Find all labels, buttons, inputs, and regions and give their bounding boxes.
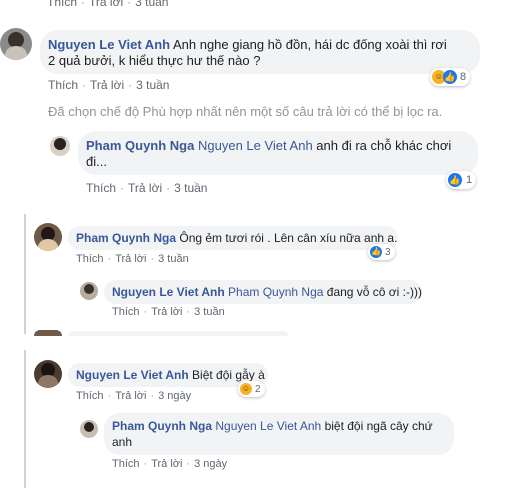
filter-notice: Đã chọn chế độ Phù hợp nhất nên một số c… [48,104,443,119]
timestamp[interactable]: 3 tuần [136,78,169,92]
haha-icon: ☺ [240,383,252,395]
reaction-summary[interactable]: ☺ 👍 8 [430,68,471,86]
author-name[interactable]: Pham Quynh Nga [86,138,194,153]
comment-text-line2: anh [112,435,133,449]
timestamp[interactable]: 3 tuần [194,306,225,318]
reaction-summary[interactable]: ☺ 2 [238,381,265,397]
timestamp[interactable]: 3 tuần [135,0,168,9]
like-link[interactable]: Thích [76,253,104,265]
like-icon: 👍 [448,173,462,187]
mention-tag[interactable]: Pham Quynh Nga [228,285,323,299]
like-link[interactable]: Thích [112,306,140,318]
author-name[interactable]: Pham Quynh Nga [76,231,176,245]
reply-link[interactable]: Trả lời [115,390,146,402]
comment-actions: Thích · Trả lời · 3 tuần [86,181,208,195]
comment-text-line2: 2 quả bưởi, k hiểu thực hư thế nào ? [48,53,261,68]
avatar[interactable] [0,28,32,60]
comment-text: Ông ẻm tươi rói . Lên cân xíu nữa anh a. [179,231,398,245]
reaction-summary[interactable]: 👍 1 [446,171,477,189]
comment-bubble: Nguyen Le Viet Anh Anh nghe giang hồ đồn… [40,30,480,74]
reply-link[interactable]: Trả lời [151,306,182,318]
comment-text: Biệt đội gẫy à [192,368,265,382]
comment-text: biệt đội ngã cây chứ [324,419,433,433]
reply-link[interactable]: Trả lời [151,458,182,470]
author-name[interactable]: Nguyen Le Viet Anh [48,37,170,52]
comment-text: anh đi ra chỗ khác chơi [316,138,452,153]
reply-bubble: Nguyen Le Viet Anh Biệt đội gẫy à [68,363,268,387]
like-icon: 👍 [443,70,457,84]
comment-actions: Thích · Trả lời · 3 ngày [76,390,192,402]
mention-tag[interactable]: Nguyen Le Viet Anh [215,419,321,433]
like-link[interactable]: Thích [112,458,140,470]
like-link[interactable]: Thích [86,181,116,195]
mention-tag[interactable]: Nguyen Le Viet Anh [198,138,313,153]
thread-line [24,350,26,488]
comment-text-line2: đi... [86,154,107,169]
reply-link[interactable]: Trả lời [90,78,124,92]
avatar[interactable] [34,223,62,251]
reply-link[interactable]: Trả lời [115,253,146,265]
avatar[interactable] [50,136,70,156]
avatar[interactable] [80,420,98,438]
reply-bubble: Pham Quynh Nga Ông ẻm tươi rói . Lên cân… [68,226,398,250]
avatar[interactable] [34,360,62,388]
reaction-count: 8 [460,71,467,83]
comment-text: đang vỗ cô ơi :-))) [326,285,422,299]
avatar [34,330,62,336]
like-link[interactable]: Thích [47,0,77,9]
reply-bubble-clipped [68,331,288,336]
reply-bubble: Pham Quynh Nga Nguyen Le Viet Anh biệt đ… [104,413,454,455]
reaction-summary[interactable]: 👍 3 [368,244,395,260]
comment-actions: Thích · Trả lời · 3 tuần [76,253,189,265]
thread-line [24,214,26,334]
reaction-count: 1 [466,174,473,186]
comment-text: Anh nghe giang hồ đồn, hái dc đống xoài … [172,37,447,52]
reaction-count: 3 [385,246,391,258]
author-name[interactable]: Nguyen Le Viet Anh [112,285,225,299]
timestamp[interactable]: 3 ngày [158,390,191,402]
reaction-count: 2 [255,383,261,395]
avatar[interactable] [80,282,98,300]
like-link[interactable]: Thích [76,390,104,402]
like-icon: 👍 [370,246,382,258]
timestamp[interactable]: 3 tuần [158,253,189,265]
reply-link[interactable]: Trả lời [89,0,123,9]
reply-link[interactable]: Trả lời [128,181,162,195]
timestamp[interactable]: 3 ngày [194,458,227,470]
author-name[interactable]: Pham Quynh Nga [112,419,212,433]
comment-actions: Thích · Trả lời · 3 ngày [112,458,228,470]
comment-actions: Thích · Trả lời · 3 tuần [48,78,170,92]
like-link[interactable]: Thích [48,78,78,92]
timestamp[interactable]: 3 tuần [174,181,207,195]
reply-bubble: Nguyen Le Viet Anh Pham Quynh Nga đang v… [104,280,422,304]
comment-actions-top: Thích · Trả lời · 3 tuần [47,0,168,9]
reply-bubble: Pham Quynh Nga Nguyen Le Viet Anh anh đi… [78,131,478,175]
author-name[interactable]: Nguyen Le Viet Anh [76,368,189,382]
comment-actions: Thích · Trả lời · 3 tuần [112,306,225,318]
